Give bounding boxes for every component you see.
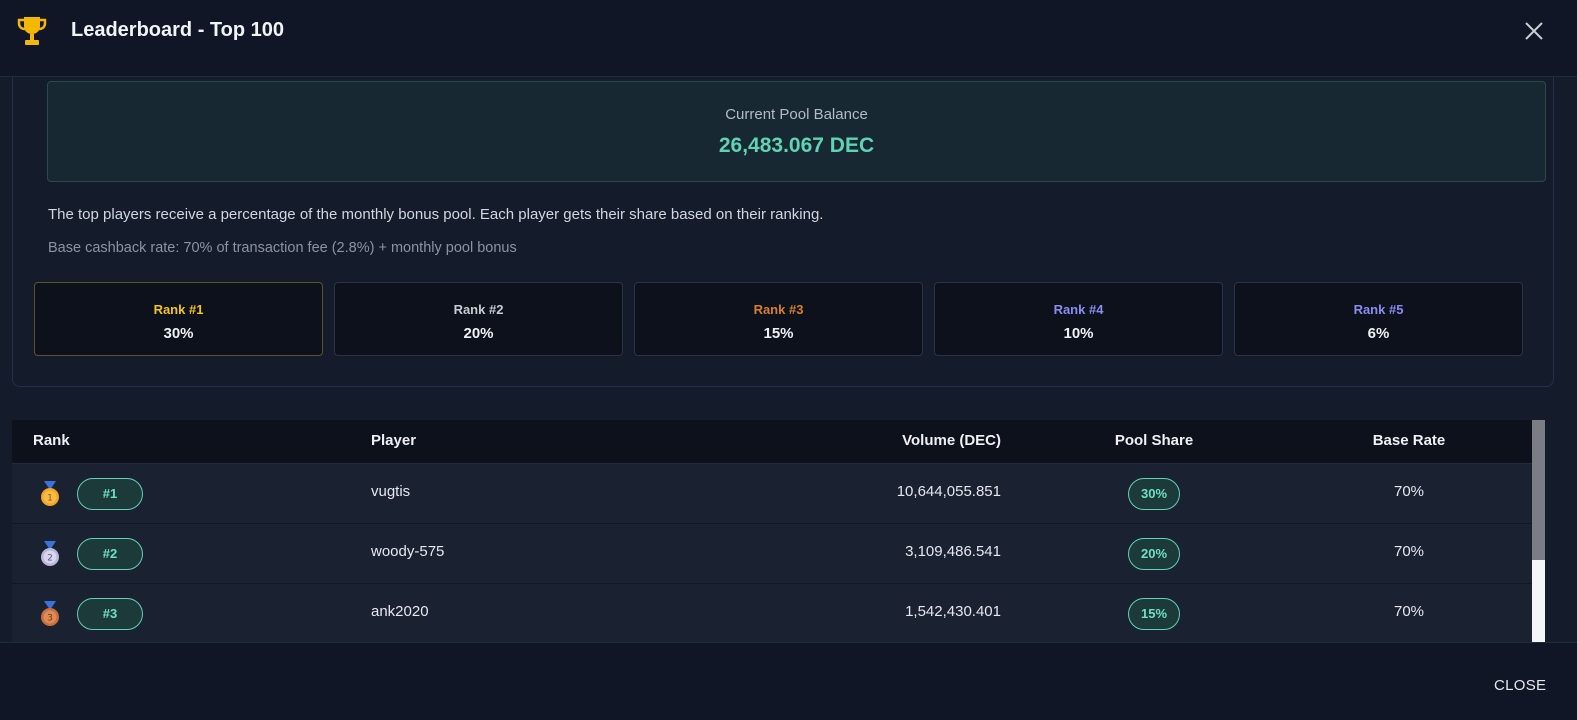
table-header: Rank Player Volume (DEC) Pool Share Base… (12, 420, 1532, 464)
volume-value: 3,109,486.541 (905, 543, 1001, 560)
volume-value: 1,542,430.401 (905, 603, 1001, 620)
pool-balance-box: Current Pool Balance 26,483.067 DEC (47, 81, 1546, 182)
rank-tier-pct: 30% (163, 325, 194, 342)
rank-badge: #1 (77, 478, 143, 510)
rank-tier-pct: 6% (1367, 325, 1390, 342)
rank-tier-1: Rank #1 30% (34, 282, 323, 356)
base-rate-value: 70% (1393, 603, 1425, 620)
silver-medal-icon: 2 (41, 541, 59, 566)
close-icon[interactable] (1524, 21, 1544, 41)
svg-text:1: 1 (47, 494, 53, 504)
rank-tier-pct: 15% (763, 325, 794, 342)
gold-medal-icon: 1 (41, 481, 59, 506)
base-rate-value: 70% (1393, 543, 1425, 560)
svg-text:2: 2 (47, 554, 53, 564)
pool-balance-label: Current Pool Balance (725, 106, 868, 123)
volume-value: 10,644,055.851 (896, 483, 1001, 500)
leaderboard-table: Rank Player Volume (DEC) Pool Share Base… (12, 420, 1545, 642)
base-rate-value: 70% (1393, 483, 1425, 500)
rank-badge: #2 (77, 538, 143, 570)
rank-badge: #3 (77, 598, 143, 630)
player-name[interactable]: woody-575 (371, 543, 444, 560)
pool-description: The top players receive a percentage of … (48, 206, 824, 223)
svg-text:3: 3 (47, 614, 53, 624)
dialog-content: Current Pool Balance 26,483.067 DEC The … (0, 77, 1577, 642)
rank-tier-pct: 10% (1063, 325, 1094, 342)
scrollbar-thumb[interactable] (1532, 420, 1545, 560)
close-button[interactable]: CLOSE (1494, 677, 1546, 694)
table-scrollbar[interactable] (1532, 420, 1545, 642)
rank-tier-4: Rank #4 10% (934, 282, 1223, 356)
column-header-pool-share: Pool Share (1114, 432, 1194, 449)
rank-tier-name: Rank #2 (453, 302, 504, 317)
table-row[interactable]: 3 #3 ank2020 1,542,430.401 15% 70% (12, 584, 1532, 642)
rank-tier-name: Rank #4 (1053, 302, 1104, 317)
dialog-header: Leaderboard - Top 100 (0, 0, 1577, 77)
table-row[interactable]: 2 #2 woody-575 3,109,486.541 20% 70% (12, 524, 1532, 584)
trophy-icon (17, 17, 47, 45)
player-name[interactable]: vugtis (371, 483, 410, 500)
rank-tier-5: Rank #5 6% (1234, 282, 1523, 356)
pool-share-badge: 30% (1128, 478, 1180, 510)
pool-balance-value: 26,483.067 DEC (718, 134, 875, 157)
rank-tier-2: Rank #2 20% (334, 282, 623, 356)
table-row[interactable]: 1 #1 vugtis 10,644,055.851 30% 70% (12, 464, 1532, 524)
pool-share-badge: 15% (1128, 598, 1180, 630)
player-name[interactable]: ank2020 (371, 603, 429, 620)
column-header-base-rate: Base Rate (1372, 432, 1446, 449)
dialog-footer: CLOSE (0, 642, 1577, 720)
column-header-rank: Rank (33, 432, 70, 449)
column-header-volume: Volume (DEC) (902, 432, 1001, 449)
bronze-medal-icon: 3 (41, 601, 59, 626)
dialog-title: Leaderboard - Top 100 (71, 19, 285, 41)
rank-tier-name: Rank #3 (753, 302, 804, 317)
column-header-player: Player (371, 432, 417, 449)
pool-card: Current Pool Balance 26,483.067 DEC The … (12, 77, 1554, 387)
rank-tier-pct: 20% (463, 325, 494, 342)
pool-share-badge: 20% (1128, 538, 1180, 570)
base-rate-note: Base cashback rate: 70% of transaction f… (48, 240, 517, 256)
rank-tier-3: Rank #3 15% (634, 282, 923, 356)
rank-tier-name: Rank #5 (1353, 302, 1404, 317)
rank-tier-name: Rank #1 (153, 302, 204, 317)
